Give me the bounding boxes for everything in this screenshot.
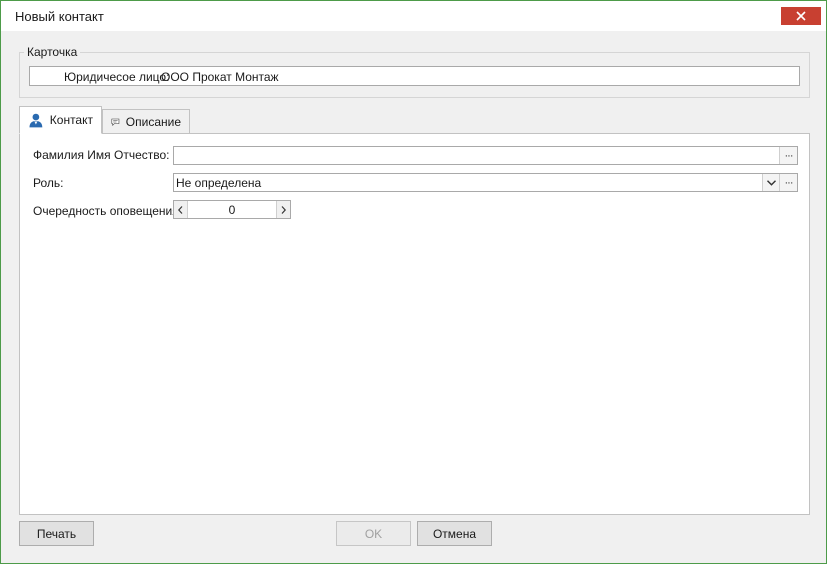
- fio-input[interactable]: ···: [173, 146, 798, 165]
- tab-description[interactable]: Описание: [102, 109, 190, 135]
- tab-panel-contact: Фамилия Имя Отчество: ··· Роль: Не опред…: [19, 133, 810, 515]
- tab-description-label: Описание: [125, 115, 181, 129]
- title-bar[interactable]: Новый контакт: [1, 1, 826, 31]
- role-ellipsis-button[interactable]: ···: [779, 174, 797, 191]
- notification-order-label: Очередность оповещения:: [33, 204, 183, 218]
- ok-button[interactable]: OK: [336, 521, 411, 546]
- chevron-left-icon: [178, 205, 183, 214]
- legal-entity-field[interactable]: Юридичесое лицо: ООО Прокат Монтаж: [29, 66, 800, 86]
- fio-label: Фамилия Имя Отчество:: [33, 148, 170, 162]
- role-combobox[interactable]: Не определена ···: [173, 173, 798, 192]
- tab-contact[interactable]: Контакт: [19, 106, 102, 134]
- ellipsis-icon: ···: [784, 176, 794, 189]
- notification-order-value[interactable]: 0: [188, 203, 276, 217]
- chevron-right-icon: [281, 205, 286, 214]
- cancel-button[interactable]: Отмена: [417, 521, 492, 546]
- comment-icon: [111, 118, 120, 126]
- legal-entity-label: Юридичесое лицо:: [64, 70, 170, 84]
- dialog-window: Новый контакт Карточка Юридичесое лицо: …: [0, 0, 827, 564]
- window-title: Новый контакт: [15, 9, 104, 24]
- role-value: Не определена: [176, 176, 262, 190]
- role-dropdown-button[interactable]: [762, 174, 779, 191]
- dialog-body: Карточка Юридичесое лицо: ООО Прокат Мон…: [1, 31, 826, 563]
- ellipsis-icon: ···: [784, 149, 794, 162]
- fio-ellipsis-button[interactable]: ···: [779, 147, 797, 164]
- increment-button[interactable]: [276, 201, 290, 218]
- card-group-legend: Карточка: [24, 45, 81, 59]
- tab-contact-label: Контакт: [49, 113, 93, 127]
- notification-order-spinner[interactable]: 0: [173, 200, 291, 219]
- user-icon: [29, 113, 43, 128]
- close-button[interactable]: [781, 7, 821, 25]
- role-label: Роль:: [33, 176, 64, 190]
- print-button[interactable]: Печать: [19, 521, 94, 546]
- legal-entity-value: ООО Прокат Монтаж: [161, 70, 279, 84]
- close-icon: [796, 11, 806, 21]
- decrement-button[interactable]: [174, 201, 188, 218]
- chevron-down-icon: [766, 179, 776, 186]
